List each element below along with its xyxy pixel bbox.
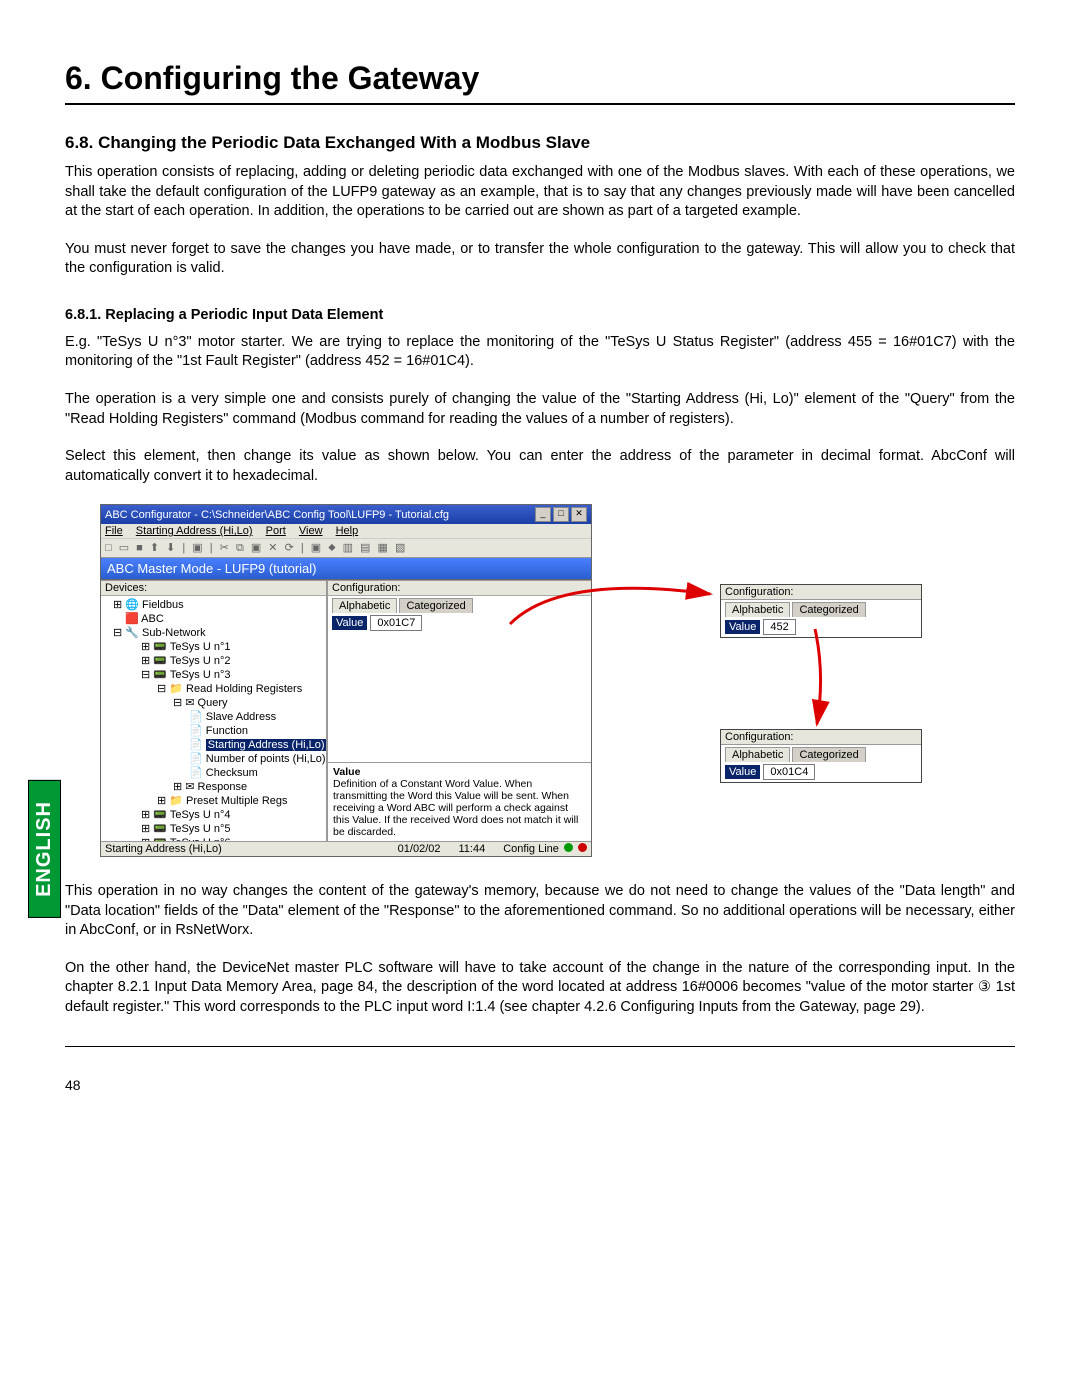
menu-bar: File Starting Address (Hi,Lo) Port View …: [101, 524, 591, 538]
tab-alphabetic[interactable]: Alphabetic: [725, 747, 790, 762]
tree-node[interactable]: ⊞ 📟 TeSys U n°1: [103, 640, 324, 654]
section-title: 6.8. Changing the Periodic Data Exchange…: [65, 133, 1015, 153]
tree-query-item[interactable]: 📄 Slave Address: [103, 710, 324, 724]
tree-abc[interactable]: 🟥 ABC: [103, 612, 324, 626]
menu-starting-address[interactable]: Starting Address (Hi,Lo): [136, 525, 253, 537]
configuration-pane: Configuration: Alphabetic Categorized Va…: [328, 581, 591, 841]
master-mode-banner: ABC Master Mode - LUFP9 (tutorial): [101, 558, 591, 580]
menu-file[interactable]: File: [105, 525, 123, 537]
tree-query[interactable]: ⊟ ✉ Query: [103, 696, 324, 710]
paragraph: This operation consists of replacing, ad…: [65, 163, 1015, 222]
chapter-title: 6. Configuring the Gateway: [65, 60, 1015, 97]
value-label: Value: [725, 765, 760, 779]
description-box: Value Definition of a Constant Word Valu…: [328, 762, 591, 841]
paragraph: You must never forget to save the change…: [65, 240, 1015, 279]
description-title: Value: [333, 766, 586, 778]
window-controls: _ □ ✕: [535, 507, 587, 522]
menu-port[interactable]: Port: [266, 525, 286, 537]
abc-configurator-window: ABC Configurator - C:\Schneider\ABC Conf…: [100, 504, 592, 857]
page-number: 48: [65, 1077, 1015, 1093]
tree-response[interactable]: ⊞ ✉ Response: [103, 780, 324, 794]
paragraph: E.g. "TeSys U n°3" motor starter. We are…: [65, 333, 1015, 372]
toolbar[interactable]: □ ▭ ■ ⬆ ⬇ | ▣ | ✂ ⧉ ▣ ✕ ⟳ | ▣ ⬥ ▥ ▤ ▦ ▧: [101, 538, 591, 558]
tree-node[interactable]: ⊟ 📟 TeSys U n°3: [103, 668, 324, 682]
tree-query-item[interactable]: 📄 Function: [103, 724, 324, 738]
tab-categorized[interactable]: Categorized: [399, 598, 472, 613]
configuration-header: Configuration:: [328, 581, 591, 596]
tree-node[interactable]: ⊞ 📟 TeSys U n°6: [103, 836, 324, 841]
footer-rule: [65, 1046, 1015, 1047]
device-tree[interactable]: ⊞ 🌐 Fieldbus 🟥 ABC ⊟ 🔧 Sub-Network ⊞ 📟 T…: [101, 596, 326, 841]
value-row: Value 0x01C7: [332, 617, 587, 629]
menu-view[interactable]: View: [299, 525, 323, 537]
status-bar: Starting Address (Hi,Lo) 01/02/02 11:44 …: [101, 841, 591, 856]
window-title: ABC Configurator - C:\Schneider\ABC Conf…: [105, 509, 449, 521]
arrow-step2-to-step3: [795, 624, 855, 744]
tree-node[interactable]: ⊞ 📟 TeSys U n°5: [103, 822, 324, 836]
paragraph: Select this element, then change its val…: [65, 447, 1015, 486]
status-date: 01/02/02: [398, 843, 441, 855]
tree-query-item-selected[interactable]: 📄 Starting Address (Hi,Lo): [103, 738, 324, 752]
subsection-title: 6.8.1. Replacing a Periodic Input Data E…: [65, 307, 1015, 323]
tree-preset-multiple-regs[interactable]: ⊞ 📁 Preset Multiple Regs: [103, 794, 324, 808]
panel-header: Configuration:: [721, 730, 921, 745]
tree-subnetwork[interactable]: ⊟ 🔧 Sub-Network: [103, 626, 324, 640]
tab-alphabetic[interactable]: Alphabetic: [725, 602, 790, 617]
devices-pane: Devices: ⊞ 🌐 Fieldbus 🟥 ABC ⊟ 🔧 Sub-Netw…: [101, 581, 328, 841]
status-left: Starting Address (Hi,Lo): [105, 843, 380, 855]
figure-area: ABC Configurator - C:\Schneider\ABC Conf…: [100, 504, 1025, 864]
status-time: 11:44: [459, 843, 486, 855]
status-mode: Config Line: [503, 843, 587, 855]
paragraph: On the other hand, the DeviceNet master …: [65, 959, 1015, 1018]
status-dot-red: [578, 843, 587, 852]
tree-fieldbus[interactable]: ⊞ 🌐 Fieldbus: [103, 598, 324, 612]
language-tab: ENGLISH: [28, 780, 61, 918]
value-field[interactable]: 0x01C7: [370, 615, 422, 631]
config-tabs: Alphabetic Categorized: [328, 596, 591, 613]
tree-query-item[interactable]: 📄 Number of points (Hi,Lo): [103, 752, 324, 766]
close-button[interactable]: ✕: [571, 507, 587, 522]
status-dot-green: [564, 843, 573, 852]
tree-node[interactable]: ⊞ 📟 TeSys U n°2: [103, 654, 324, 668]
paragraph: The operation is a very simple one and c…: [65, 390, 1015, 429]
config-panel-step2: Configuration: Alphabetic Categorized Va…: [720, 584, 922, 638]
tab-categorized[interactable]: Categorized: [792, 747, 865, 762]
paragraph: This operation in no way changes the con…: [65, 882, 1015, 941]
config-panel-step3: Configuration: Alphabetic Categorized Va…: [720, 729, 922, 783]
tree-node[interactable]: ⊞ 📟 TeSys U n°4: [103, 808, 324, 822]
tab-categorized[interactable]: Categorized: [792, 602, 865, 617]
menu-help[interactable]: Help: [336, 525, 359, 537]
value-label: Value: [725, 620, 760, 634]
tree-rhr[interactable]: ⊟ 📁 Read Holding Registers: [103, 682, 324, 696]
title-rule: [65, 103, 1015, 105]
description-text: Definition of a Constant Word Value. Whe…: [333, 778, 586, 838]
panel-header: Configuration:: [721, 585, 921, 600]
tab-alphabetic[interactable]: Alphabetic: [332, 598, 397, 613]
value-field[interactable]: 452: [763, 619, 795, 635]
window-titlebar: ABC Configurator - C:\Schneider\ABC Conf…: [101, 505, 591, 524]
tree-query-item[interactable]: 📄 Checksum: [103, 766, 324, 780]
devices-header: Devices:: [101, 581, 326, 596]
minimize-button[interactable]: _: [535, 507, 551, 522]
value-label: Value: [332, 616, 367, 630]
value-field[interactable]: 0x01C4: [763, 764, 815, 780]
maximize-button[interactable]: □: [553, 507, 569, 522]
